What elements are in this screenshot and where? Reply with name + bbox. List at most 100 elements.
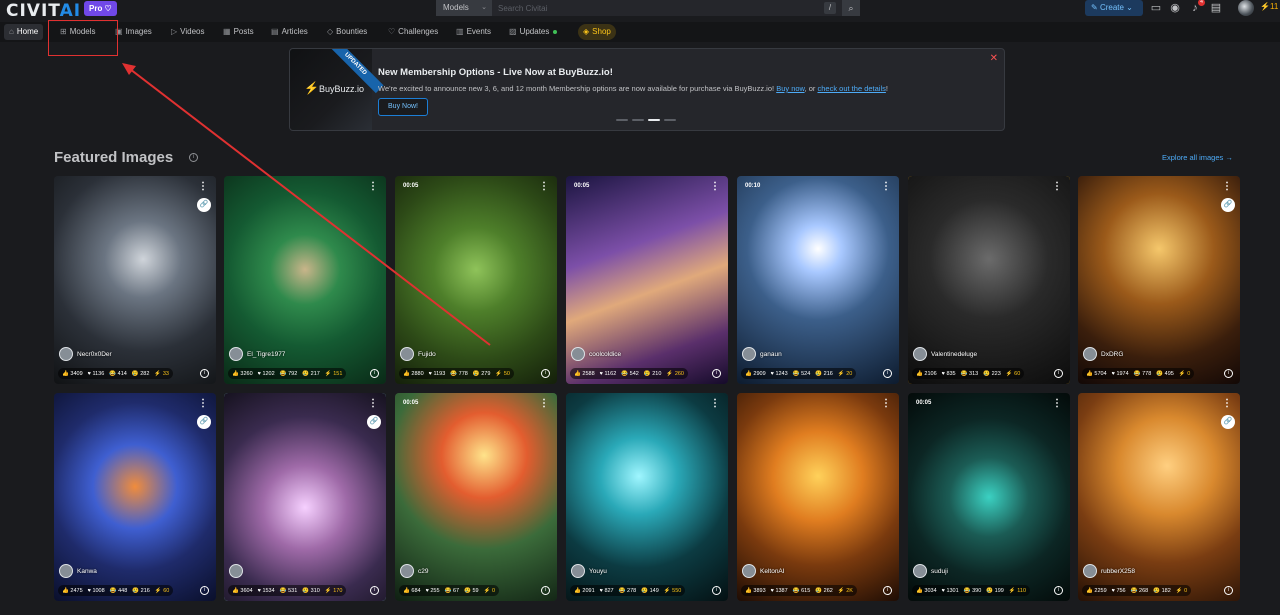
more-options-icon[interactable]: ⋮ (539, 181, 549, 192)
reaction-laugh[interactable]: 😂 390 (964, 588, 982, 594)
reaction-buzz[interactable]: ⚡ 151 (325, 371, 343, 377)
reaction-thumbs-up[interactable]: 👍 2475 (62, 588, 83, 594)
info-icon[interactable]: i (1054, 586, 1063, 595)
username[interactable]: rubberX258 (1101, 568, 1135, 575)
avatar[interactable] (913, 564, 927, 578)
reaction-thumbs-up[interactable]: 👍 5704 (1086, 371, 1107, 377)
reaction-cry[interactable]: 😢 310 (302, 588, 320, 594)
reaction-laugh[interactable]: 😂 531 (280, 588, 298, 594)
image-card[interactable]: ⋮ 🔗 👍 3604 ♥ 1534 😂 531 😢 310 ⚡ 170 i (224, 393, 386, 601)
nav-bounties[interactable]: ◇ Bounties (322, 24, 372, 40)
avatar[interactable] (571, 564, 585, 578)
card-user[interactable]: Youyu (571, 564, 607, 578)
avatar[interactable] (59, 564, 73, 578)
nav-shop[interactable]: ◈ Shop (578, 24, 616, 40)
reaction-thumbs-up[interactable]: 👍 2880 (403, 371, 424, 377)
reaction-buzz[interactable]: ⚡ 0 (1179, 371, 1190, 377)
avatar[interactable] (400, 564, 414, 578)
more-options-icon[interactable]: ⋮ (368, 181, 378, 192)
card-user[interactable]: coolcoldice (571, 347, 621, 361)
username[interactable]: Valentinedeluge (931, 351, 977, 358)
more-options-icon[interactable]: ⋮ (710, 181, 720, 192)
reaction-thumbs-up[interactable]: 👍 3604 (232, 588, 253, 594)
reaction-laugh[interactable]: 😂 792 (280, 371, 298, 377)
image-card[interactable]: ⋮ 🔗 Kanwa 👍 2475 ♥ 1008 😂 448 😢 216 ⚡ 60 i (54, 393, 216, 601)
image-card[interactable]: ⋮ Valentinedeluge 👍 2106 ♥ 835 😂 313 😢 223 ⚡ 6… (908, 176, 1070, 384)
reaction-heart[interactable]: ♥ 1162 (600, 371, 617, 377)
card-user[interactable]: suduji (913, 564, 948, 578)
reaction-laugh[interactable]: 😂 268 (1131, 588, 1149, 594)
image-card[interactable]: ⋮ KeltonAI 👍 3893 ♥ 1387 😂 615 😢 262 ⚡ 2K i (737, 393, 899, 601)
reaction-thumbs-up[interactable]: 👍 3409 (62, 371, 83, 377)
buy-now-button[interactable]: Buy Now! (378, 98, 428, 116)
more-options-icon[interactable]: ⋮ (881, 398, 891, 409)
card-user[interactable]: ganaun (742, 347, 782, 361)
card-user[interactable]: Valentinedeluge (913, 347, 977, 361)
reaction-cry[interactable]: 😢 210 (644, 371, 662, 377)
carousel-dot[interactable] (632, 119, 644, 121)
reaction-heart[interactable]: ♥ 1243 (771, 371, 788, 377)
card-user[interactable]: c29 (400, 564, 428, 578)
username[interactable]: Necr0x0Der (77, 351, 112, 358)
username[interactable]: ganaun (760, 351, 782, 358)
reaction-heart[interactable]: ♥ 756 (1112, 588, 1126, 594)
reaction-laugh[interactable]: 😂 615 (793, 588, 811, 594)
more-options-icon[interactable]: ⋮ (198, 398, 208, 409)
username[interactable]: Youyu (589, 568, 607, 575)
reaction-heart[interactable]: ♥ 1008 (88, 588, 105, 594)
info-icon[interactable]: i (200, 586, 209, 595)
avatar[interactable] (229, 564, 243, 578)
reaction-laugh[interactable]: 😂 278 (619, 588, 637, 594)
avatar[interactable] (1083, 564, 1097, 578)
avatar[interactable] (913, 347, 927, 361)
nav-home[interactable]: ⌂ Home (4, 24, 44, 40)
avatar[interactable] (229, 347, 243, 361)
search-icon[interactable]: ⌕ (842, 0, 860, 16)
reaction-heart[interactable]: ♥ 1136 (88, 371, 105, 377)
nav-updates[interactable]: ▨ Updates (504, 24, 562, 40)
info-icon[interactable]: i (370, 369, 379, 378)
info-icon[interactable]: i (1054, 369, 1063, 378)
avatar[interactable] (742, 347, 756, 361)
info-icon[interactable]: i (541, 586, 550, 595)
pro-badge[interactable]: Pro ♡ (84, 1, 117, 16)
reaction-heart[interactable]: ♥ 1301 (942, 588, 959, 594)
reaction-cry[interactable]: 😢 216 (132, 588, 150, 594)
card-user[interactable]: Necr0x0Der (59, 347, 112, 361)
buy-now-link[interactable]: Buy now (776, 84, 804, 93)
more-options-icon[interactable]: ⋮ (1052, 398, 1062, 409)
explore-all-images-link[interactable]: Explore all images → (1162, 153, 1233, 162)
reaction-heart[interactable]: ♥ 1202 (258, 371, 275, 377)
image-card[interactable]: 00:05 ⋮ coolcoldice 👍 2588 ♥ 1162 😂 542 😢 210 ⚡… (566, 176, 728, 384)
reaction-laugh[interactable]: 😂 778 (450, 371, 468, 377)
username[interactable]: KeltonAI (760, 568, 785, 575)
card-user[interactable]: El_Tigre1977 (229, 347, 285, 361)
link-icon[interactable]: 🔗 (1221, 198, 1235, 212)
reaction-laugh[interactable]: 😂 542 (621, 371, 639, 377)
username[interactable]: El_Tigre1977 (247, 351, 285, 358)
reaction-buzz[interactable]: ⚡ 20 (838, 371, 853, 377)
reaction-cry[interactable]: 😢 217 (302, 371, 320, 377)
reaction-thumbs-up[interactable]: 👍 3893 (745, 588, 766, 594)
reaction-heart[interactable]: ♥ 835 (942, 371, 956, 377)
info-icon[interactable]: i (712, 586, 721, 595)
info-icon[interactable]: i (1224, 369, 1233, 378)
more-options-icon[interactable]: ⋮ (1052, 181, 1062, 192)
reaction-heart[interactable]: ♥ 1974 (1112, 371, 1129, 377)
card-user[interactable]: KeltonAI (742, 564, 785, 578)
search-scope-select[interactable]: Models ⌄ (436, 0, 492, 16)
card-user[interactable]: rubberX258 (1083, 564, 1135, 578)
reaction-cry[interactable]: 😢 279 (473, 371, 491, 377)
reaction-heart[interactable]: ♥ 255 (426, 588, 440, 594)
reaction-buzz[interactable]: ⚡ 0 (1176, 588, 1187, 594)
more-options-icon[interactable]: ⋮ (1222, 181, 1232, 192)
more-options-icon[interactable]: ⋮ (539, 398, 549, 409)
reaction-laugh[interactable]: 😂 778 (1134, 371, 1152, 377)
info-icon[interactable]: i (883, 586, 892, 595)
reaction-thumbs-up[interactable]: 👍 684 (403, 588, 421, 594)
reaction-thumbs-up[interactable]: 👍 2091 (574, 588, 595, 594)
reaction-buzz[interactable]: ⚡ 2K (838, 588, 853, 594)
nav-articles[interactable]: ▤ Articles (266, 24, 313, 40)
card-user[interactable] (229, 564, 247, 578)
reaction-laugh[interactable]: 😂 448 (110, 588, 128, 594)
